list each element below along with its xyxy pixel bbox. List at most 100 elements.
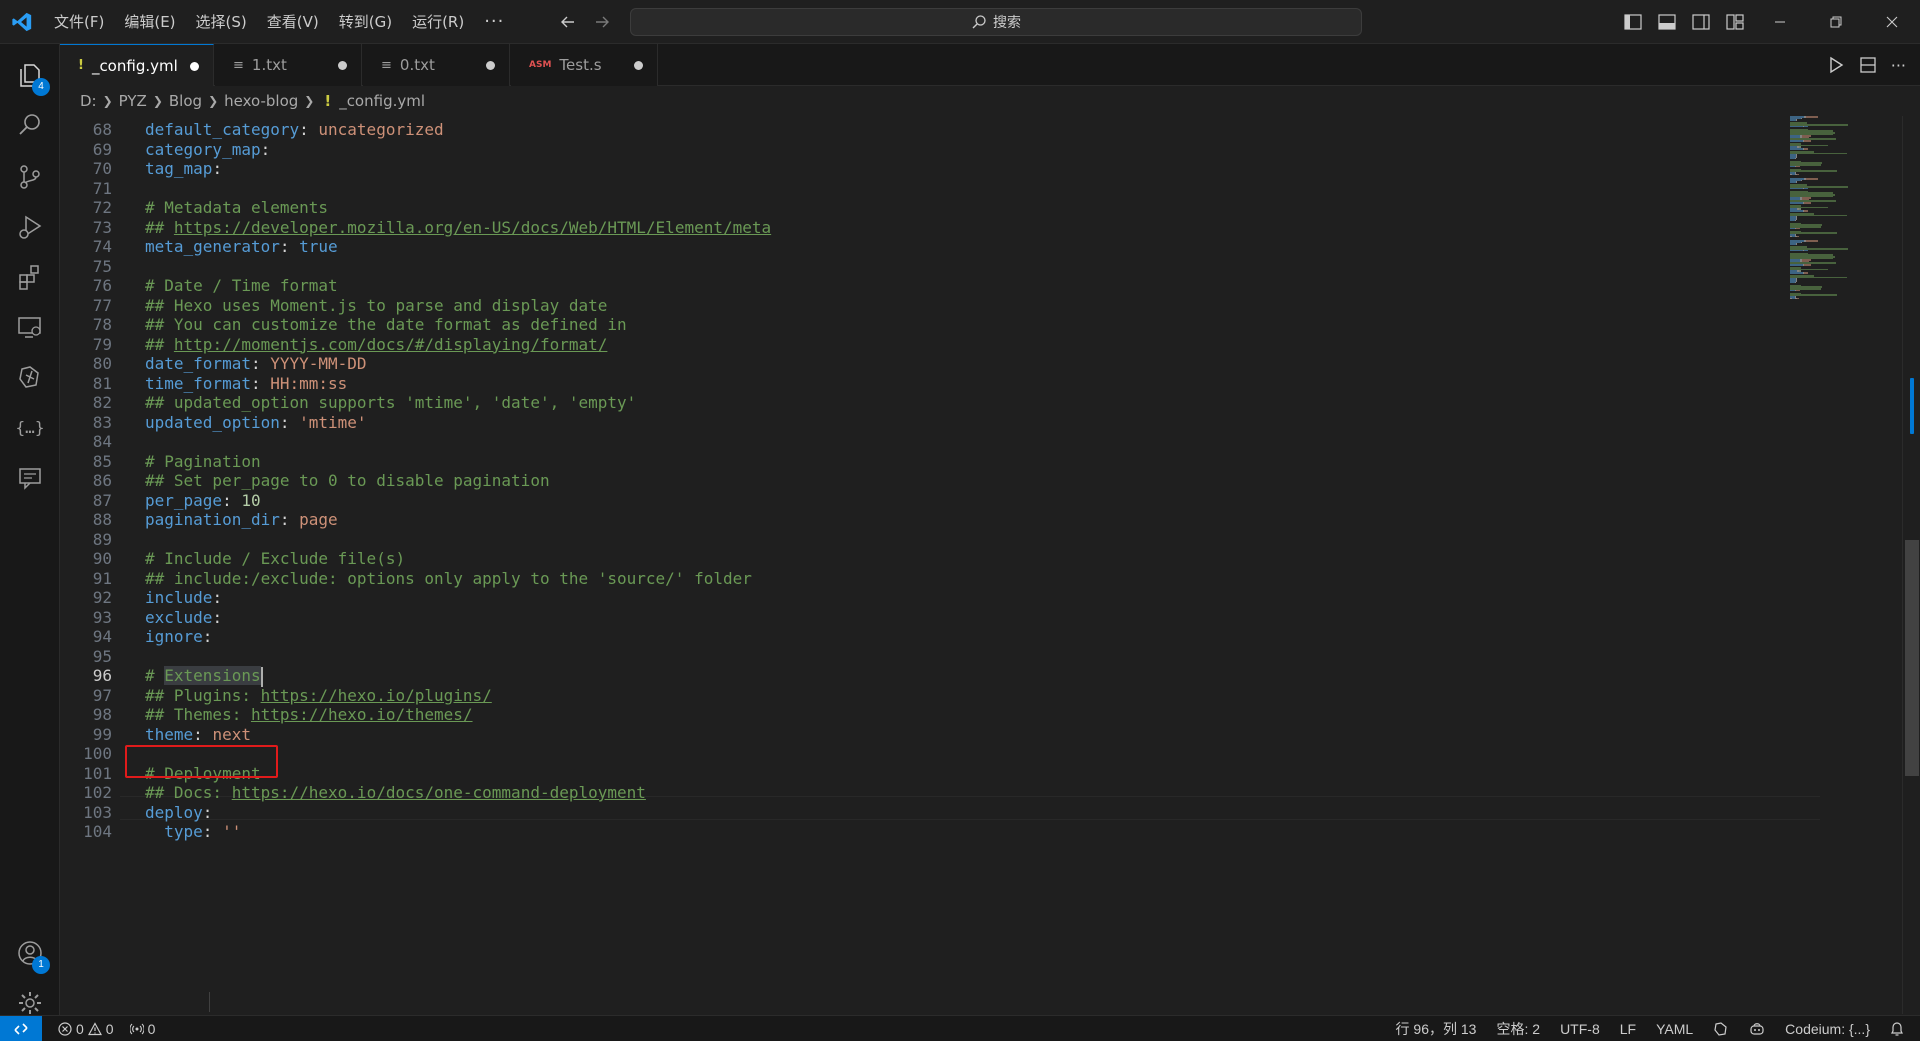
code-token: include: [145, 588, 213, 607]
code-token: date_format: [145, 354, 251, 373]
code-token: true: [299, 237, 338, 256]
code-token: tag_map: [145, 159, 213, 178]
tab-config-yml[interactable]: ! _config.yml: [60, 44, 214, 86]
toggle-primary-sidebar-icon[interactable]: [1620, 9, 1646, 35]
menu-go[interactable]: 转到(G): [329, 7, 402, 37]
minimap-token: [1796, 119, 1798, 121]
unsaved-dot-icon[interactable]: [634, 61, 643, 70]
menu-file[interactable]: 文件(F): [44, 7, 114, 37]
minimap-token: [1804, 125, 1808, 128]
code-token: exclude: [145, 607, 213, 627]
code-token[interactable]: https://hexo.io/plugins/: [261, 686, 492, 705]
tab-1-txt[interactable]: ≡ 1.txt: [215, 44, 362, 86]
minimap-token: [1796, 243, 1798, 245]
title-bar: 文件(F) 编辑(E) 选择(S) 查看(V) 转到(G) 运行(R) ··· …: [0, 0, 1920, 44]
more-actions-icon[interactable]: ···: [1891, 56, 1906, 75]
yaml-file-icon: !: [78, 58, 84, 73]
language-mode[interactable]: YAML: [1650, 1021, 1699, 1037]
codeium-status-icon[interactable]: [1707, 1021, 1735, 1037]
unsaved-dot-icon[interactable]: [190, 62, 199, 71]
customize-layout-icon[interactable]: [1722, 9, 1748, 35]
code-token: time_format: [145, 373, 251, 393]
tab-0-txt[interactable]: ≡ 0.txt: [363, 44, 510, 86]
code-token: ##: [145, 334, 174, 354]
line-number: 104: [83, 822, 112, 841]
toggle-panel-icon[interactable]: [1654, 9, 1680, 35]
editor-tabs: ! _config.yml ≡ 1.txt ≡ 0.txt ASM Test.s…: [60, 44, 1920, 86]
code-token: # Metadata elements: [145, 198, 329, 217]
code-editor[interactable]: 68 default_category: uncategorized 69 categ…: [60, 116, 1920, 1014]
breadcrumb-blog[interactable]: Blog: [169, 92, 202, 110]
chat-icon[interactable]: [0, 448, 60, 506]
menu-edit[interactable]: 编辑(E): [114, 7, 185, 37]
warning-icon: [87, 1021, 102, 1035]
text-file-icon: ≡: [381, 57, 392, 73]
close-icon[interactable]: [1864, 0, 1920, 44]
code-token: # Date / Time format: [145, 276, 338, 295]
breadcrumb-file[interactable]: _config.yml: [339, 92, 425, 110]
menu-view[interactable]: 查看(V): [257, 7, 329, 37]
code-token: :: [250, 354, 271, 373]
minimap-token: [1797, 297, 1799, 300]
command-center-search[interactable]: 搜索: [630, 8, 1362, 36]
search-sidebar-icon[interactable]: [0, 96, 60, 154]
unsaved-dot-icon[interactable]: [486, 61, 495, 70]
breadcrumb-pyz[interactable]: PYZ: [119, 92, 147, 110]
asm-file-icon: ASM: [529, 60, 552, 70]
explorer-badge: 4: [32, 78, 50, 96]
restore-icon[interactable]: [1808, 0, 1864, 44]
run-icon[interactable]: [1827, 56, 1845, 74]
codeium-status[interactable]: Codeium: {...}: [1779, 1021, 1876, 1037]
code-text: type: '': [145, 820, 241, 844]
file-encoding[interactable]: UTF-8: [1554, 1021, 1606, 1037]
minimap-token: [1790, 125, 1803, 128]
code-token: :: [212, 607, 223, 627]
code-token: ## You can customize the date format as …: [145, 315, 627, 334]
minimize-icon[interactable]: [1752, 0, 1808, 44]
ports-indicator[interactable]: 0: [124, 1021, 162, 1037]
unsaved-dot-icon[interactable]: [338, 61, 347, 70]
breadcrumb-drive[interactable]: D:: [80, 92, 97, 110]
annotation-highlight-box: [125, 745, 278, 778]
code-token: :: [193, 724, 213, 744]
notifications-bell-icon[interactable]: [1884, 1021, 1910, 1037]
chevron-right-icon: ❯: [208, 94, 219, 108]
tab-label: 1.txt: [251, 56, 287, 74]
code-token[interactable]: http://momentjs.com/docs/#/displaying/fo…: [174, 335, 607, 354]
cursor-position[interactable]: 行 96，列 13: [1390, 1019, 1483, 1039]
split-editor-icon[interactable]: [1859, 56, 1877, 74]
code-token[interactable]: https://hexo.io/themes/: [251, 705, 473, 724]
remote-indicator-icon[interactable]: [0, 1015, 42, 1041]
code-token: category_map: [145, 139, 261, 159]
breadcrumb-hexo-blog[interactable]: hexo-blog: [224, 92, 298, 110]
activity-bar: 4 {…} 1: [0, 44, 60, 1016]
end-of-line[interactable]: LF: [1614, 1021, 1642, 1037]
code-token: ## include:/exclude: options only apply …: [145, 568, 752, 588]
code-token[interactable]: https://hexo.io/docs/one-command-deploym…: [232, 783, 646, 802]
minimap-token: [1800, 117, 1802, 120]
menu-selection[interactable]: 选择(S): [186, 7, 257, 37]
code-line[interactable]: 104 type: '': [60, 820, 1780, 844]
tab-test-s[interactable]: ASM Test.s: [511, 44, 658, 86]
code-token: #: [145, 666, 165, 685]
forward-arrow-icon[interactable]: [590, 10, 614, 34]
code-token: ## Plugins:: [145, 685, 261, 705]
problems-indicator[interactable]: 0 0: [52, 1021, 120, 1037]
toggle-secondary-sidebar-icon[interactable]: [1688, 9, 1714, 35]
minimap-token: [1796, 165, 1800, 168]
layout-controls: [1620, 0, 1748, 44]
minimap-token: [1795, 157, 1797, 160]
minimap-token: [1804, 187, 1808, 190]
indentation[interactable]: 空格: 2: [1490, 1019, 1546, 1039]
code-token: :: [299, 120, 319, 139]
back-arrow-icon[interactable]: [556, 10, 580, 34]
code-token[interactable]: https://developer.mozilla.org/en-US/docs…: [174, 218, 771, 237]
vertical-scrollbar-thumb[interactable]: [1905, 540, 1919, 776]
copilot-icon[interactable]: [1743, 1021, 1771, 1037]
code-token: ## Themes:: [145, 705, 251, 724]
menu-run[interactable]: 运行(R): [402, 7, 474, 37]
code-token: # Include / Exclude file(s): [145, 549, 406, 568]
minimap[interactable]: [1790, 116, 1900, 336]
menu-more-icon[interactable]: ···: [474, 11, 514, 32]
